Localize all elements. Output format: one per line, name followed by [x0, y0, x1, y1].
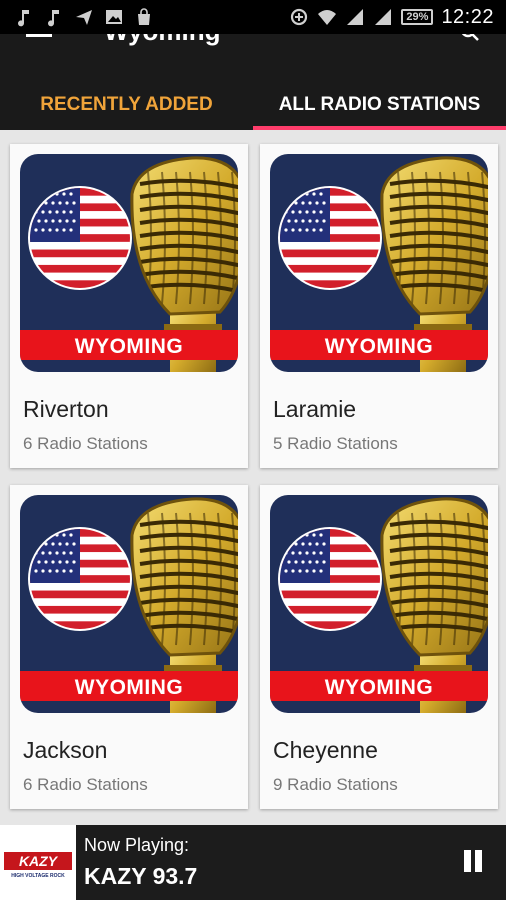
station-count: 5 Radio Stations — [273, 434, 398, 453]
svg-text:WYOMING: WYOMING — [325, 676, 434, 699]
page-title: Wyoming — [104, 34, 221, 47]
music-note-icon — [48, 10, 59, 27]
wyoming-radio-thumbnail: WYOMING — [20, 154, 238, 372]
toolbar-row: Wyoming — [0, 34, 506, 48]
city-name: Laramie — [273, 396, 357, 422]
music-note-icon — [18, 10, 29, 27]
station-count: 6 Radio Stations — [23, 434, 148, 453]
station-count: 6 Radio Stations — [23, 775, 148, 794]
app-toolbar: Wyoming RECENTLY ADDED ALL RADIO STATION… — [0, 34, 506, 130]
now-playing-label: Now Playing: — [84, 835, 190, 855]
search-icon[interactable] — [460, 34, 480, 42]
signal-icon — [375, 9, 392, 25]
now-playing-station: KAZY 93.7 — [84, 863, 198, 889]
svg-text:WYOMING: WYOMING — [325, 335, 434, 358]
city-name: Jackson — [23, 737, 108, 763]
station-count: 9 Radio Stations — [273, 775, 398, 794]
tab-recently-added[interactable]: RECENTLY ADDED — [0, 80, 253, 130]
data-saver-icon — [291, 8, 308, 26]
tab-bar: RECENTLY ADDED ALL RADIO STATIONS — [0, 80, 506, 130]
station-logo: KAZY HIGH VOLTAGE ROCK — [0, 825, 76, 900]
now-playing-bar[interactable]: KAZY HIGH VOLTAGE ROCK Now Playing: KAZY… — [0, 825, 506, 900]
city-card[interactable]: WYOMING Jackson 6 Radio Stations — [10, 485, 248, 809]
pause-button[interactable] — [462, 850, 484, 876]
city-card[interactable]: WYOMING Riverton 6 Radio Stations — [10, 144, 248, 468]
tab-all-radio-stations[interactable]: ALL RADIO STATIONS — [253, 80, 506, 130]
city-name: Riverton — [23, 396, 109, 422]
image-icon — [106, 10, 122, 24]
clock: 12:22 — [441, 5, 494, 28]
svg-text:WYOMING: WYOMING — [75, 335, 184, 358]
menu-icon[interactable] — [26, 34, 52, 40]
app-screen: 29% 12:22 Wyoming RECENTLY ADDED ALL RAD… — [0, 0, 506, 900]
wyoming-radio-thumbnail: WYOMING — [270, 495, 488, 713]
svg-text:HIGH VOLTAGE ROCK: HIGH VOLTAGE ROCK — [11, 873, 65, 879]
battery-indicator: 29% — [401, 9, 434, 25]
wyoming-radio-thumbnail: WYOMING — [270, 154, 488, 372]
city-card[interactable]: WYOMING Laramie 5 Radio Stations — [260, 144, 498, 468]
city-name: Cheyenne — [273, 737, 378, 763]
city-grid: WYOMING Riverton 6 Radio Stations WYOMIN… — [0, 130, 506, 825]
shopping-bag-icon — [138, 8, 150, 25]
status-bar: 29% 12:22 — [0, 0, 506, 34]
signal-icon — [347, 9, 364, 25]
svg-text:KAZY: KAZY — [19, 853, 59, 869]
wyoming-radio-thumbnail: WYOMING — [20, 495, 238, 713]
wifi-icon — [318, 10, 337, 25]
city-card[interactable]: WYOMING Cheyenne 9 Radio Stations — [260, 485, 498, 809]
svg-text:WYOMING: WYOMING — [75, 676, 184, 699]
send-icon — [76, 10, 92, 25]
